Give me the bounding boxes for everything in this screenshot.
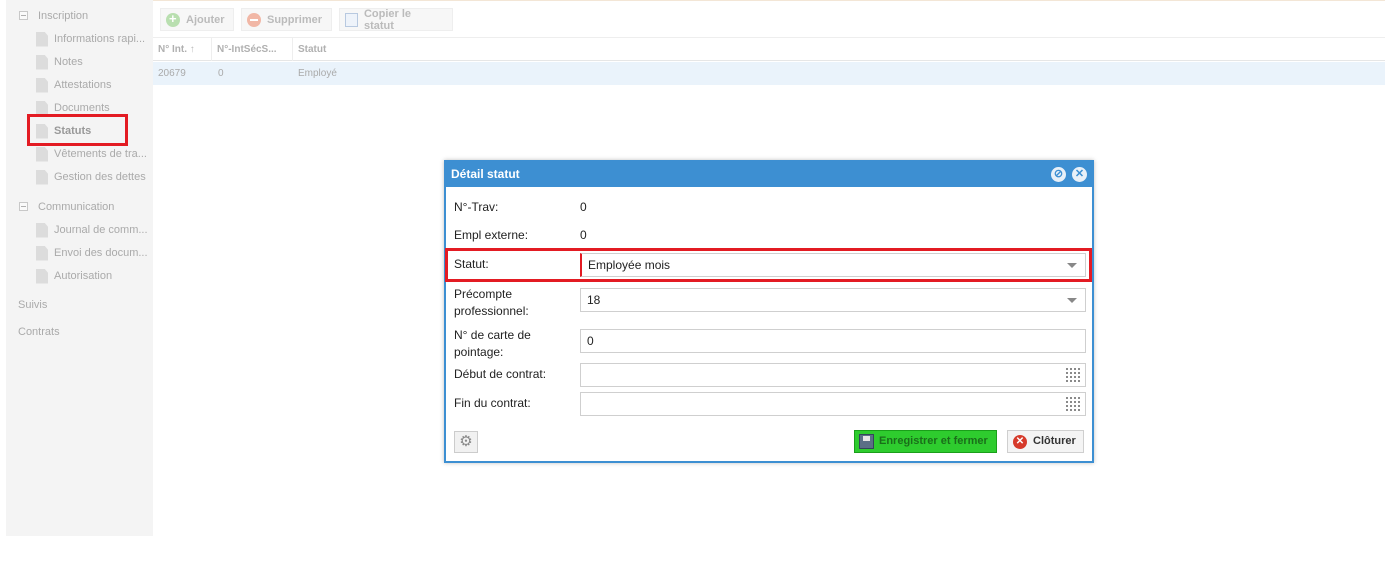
toolbar: Ajouter Supprimer Copier le statut: [153, 0, 1385, 37]
sidebar-item-label: Documents: [54, 102, 110, 114]
debut-contrat-input[interactable]: [580, 363, 1086, 387]
document-icon: [36, 77, 48, 93]
ntrav-value: 0: [580, 200, 587, 214]
column-label: N° Int.: [158, 44, 187, 55]
collapse-icon[interactable]: [19, 11, 28, 20]
restore-icon[interactable]: ⊘: [1051, 167, 1066, 182]
add-button[interactable]: Ajouter: [160, 8, 234, 31]
delete-button[interactable]: Supprimer: [241, 8, 332, 31]
save-icon: [859, 434, 874, 449]
delete-button-label: Supprimer: [267, 13, 323, 26]
debut-contrat-label: Début de contrat:: [454, 367, 547, 381]
sidebar-item-dettes[interactable]: Gestion des dettes: [36, 167, 146, 187]
delete-icon: [247, 12, 261, 27]
cloturer-button-label: Clôturer: [1033, 435, 1076, 447]
sidebar-item-vetements[interactable]: Vêtements de tra...: [36, 144, 147, 164]
group-label: Inscription: [38, 10, 89, 22]
close-icon[interactable]: ✕: [1072, 167, 1087, 182]
column-header-n-intsecs[interactable]: N°-IntSécS...: [212, 38, 293, 61]
precompte-label: Précompte professionnel:: [454, 287, 529, 318]
dialog-title: Détail statut: [451, 167, 520, 181]
save-button-label: Enregistrer et fermer: [879, 435, 988, 447]
gear-icon: ⚙: [459, 433, 473, 450]
sidebar-item-autorisation[interactable]: Autorisation: [36, 266, 112, 286]
precompte-selected-value: 18: [587, 293, 601, 307]
column-header-statut[interactable]: Statut: [293, 38, 433, 61]
column-label: N°-IntSécS...: [217, 44, 277, 55]
calendar-icon[interactable]: [1066, 397, 1081, 411]
sidebar-item-label: Attestations: [54, 79, 112, 91]
sidebar: Inscription Informations rapi... Notes A…: [6, 0, 153, 536]
copy-icon: [345, 12, 358, 27]
sidebar-item-journal[interactable]: Journal de comm...: [36, 220, 148, 240]
document-icon: [36, 169, 48, 185]
sidebar-item-label: Informations rapi...: [54, 33, 146, 45]
group-label: Communication: [38, 201, 115, 213]
cloturer-button[interactable]: ✕ Clôturer: [1007, 430, 1084, 453]
save-and-close-button[interactable]: Enregistrer et fermer: [854, 430, 997, 453]
sidebar-item-attestations[interactable]: Attestations: [36, 75, 111, 95]
dialog-header: Détail statut ⊘ ✕: [446, 162, 1092, 187]
cell-statut: Employé: [298, 68, 337, 79]
add-icon: [166, 11, 180, 27]
fin-contrat-input[interactable]: [580, 392, 1086, 416]
sidebar-item-label: Notes: [54, 56, 83, 68]
document-icon: [36, 245, 48, 261]
sidebar-item-label: Journal de comm...: [54, 224, 148, 236]
empl-externe-label: Empl externe:: [454, 228, 529, 242]
column-label: Statut: [298, 44, 327, 55]
precompte-select[interactable]: 18: [580, 288, 1086, 312]
add-button-label: Ajouter: [186, 13, 225, 26]
grid-header: N° Int. ↑ N°-IntSécS... Statut: [153, 37, 1385, 61]
sidebar-item-label: Gestion des dettes: [54, 171, 146, 183]
column-header-n-int[interactable]: N° Int. ↑: [153, 38, 212, 61]
sidebar-item-envoi[interactable]: Envoi des docum...: [36, 243, 148, 263]
sidebar-item-label: Vêtements de tra...: [54, 148, 147, 160]
copy-button-label: Copier le statut: [363, 7, 412, 32]
document-icon: [36, 31, 48, 47]
sidebar-item-informations[interactable]: Informations rapi...: [36, 29, 145, 49]
detail-statut-dialog: Détail statut ⊘ ✕ N°-Trav: 0 Empl extern…: [444, 160, 1094, 463]
highlight-box-statuts: [27, 114, 128, 146]
calendar-icon[interactable]: [1066, 368, 1081, 382]
document-icon: [36, 146, 48, 162]
sidebar-item-label: Envoi des docum...: [54, 247, 148, 259]
cell-n-intsecs: 0: [218, 68, 224, 79]
carte-pointage-label: N° de carte de pointage:: [454, 328, 531, 359]
cell-n-int: 20679: [158, 68, 186, 79]
collapse-icon[interactable]: [19, 202, 28, 211]
sidebar-item-label: Autorisation: [54, 270, 113, 282]
settings-button[interactable]: ⚙: [454, 431, 478, 453]
copy-status-button[interactable]: Copier le statut: [339, 7, 453, 32]
ntrav-label: N°-Trav:: [454, 200, 499, 214]
carte-pointage-value: 0: [587, 334, 594, 348]
highlight-box-statut-field: [445, 248, 1092, 282]
cancel-icon: ✕: [1013, 435, 1027, 449]
document-icon: [36, 268, 48, 284]
sidebar-item-suivis[interactable]: Suivis: [18, 299, 47, 311]
document-icon: [36, 54, 48, 70]
empl-externe-value: 0: [580, 228, 587, 242]
table-row[interactable]: 20679 0 Employé: [153, 62, 1385, 85]
sidebar-item-notes[interactable]: Notes: [36, 52, 83, 72]
sidebar-item-contrats[interactable]: Contrats: [18, 326, 60, 338]
fin-contrat-label: Fin du contrat:: [454, 396, 531, 410]
document-icon: [36, 222, 48, 238]
sort-asc-icon: ↑: [189, 44, 195, 55]
carte-pointage-input[interactable]: 0: [580, 329, 1086, 353]
